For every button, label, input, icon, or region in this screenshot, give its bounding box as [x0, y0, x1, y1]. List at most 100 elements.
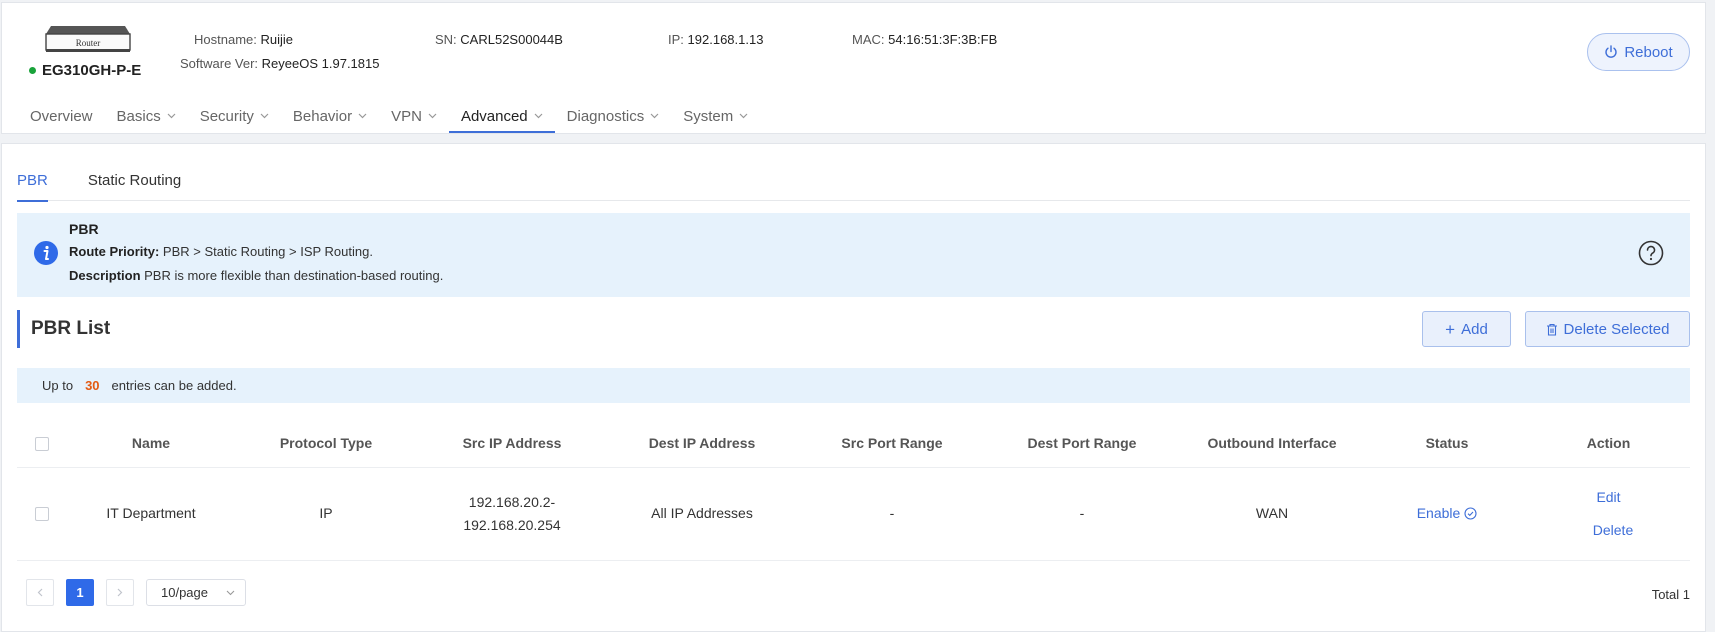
software-info: Software Ver: ReyeeOS 1.97.1815 — [180, 56, 379, 71]
nav-label: VPN — [391, 107, 422, 125]
cell-status: Enable — [1367, 467, 1527, 561]
chevron-left-icon — [37, 588, 43, 597]
edit-link[interactable]: Edit — [1528, 486, 1689, 509]
total-count: Total 1 — [1651, 587, 1690, 602]
row-select-cell — [17, 467, 67, 561]
chevron-down-icon — [167, 113, 176, 119]
nav-label: Advanced — [460, 107, 528, 125]
tab-static-routing[interactable]: Static Routing — [88, 168, 181, 201]
delete-selected-button[interactable]: Delete Selected — [1525, 311, 1690, 347]
sub-tabs: PBR Static Routing — [17, 168, 1690, 202]
nav-security[interactable]: Security — [188, 99, 281, 133]
col-dest-port: Dest Port Range — [987, 420, 1177, 468]
cell-interface: WAN — [1177, 467, 1367, 561]
select-all-cell — [17, 420, 67, 468]
nav-vpn[interactable]: VPN — [379, 99, 449, 133]
ip-info: IP: 192.168.1.13 — [668, 32, 763, 47]
info-icon — [34, 241, 58, 265]
cell-protocol: IP — [235, 467, 417, 561]
status-toggle[interactable]: Enable — [1417, 502, 1478, 525]
device-header: Router EG310GH-P-E Hostname: Ruijie Soft… — [1, 2, 1706, 134]
nav-label: Basics — [116, 107, 161, 125]
pbr-list-title: PBR List — [31, 318, 111, 339]
reboot-label: Reboot — [1624, 43, 1673, 61]
description-text: PBR is more flexible than destination-ba… — [144, 268, 444, 283]
chevron-down-icon — [534, 113, 543, 119]
software-value: ReyeeOS 1.97.1815 — [261, 56, 380, 71]
sn-value: CARL52S00044B — [460, 32, 563, 47]
src-ip-end: 192.168.20.254 — [463, 516, 561, 533]
ip-value: 192.168.1.13 — [687, 32, 764, 47]
description-label: Description — [69, 268, 141, 283]
cell-src-ip: 192.168.20.2- 192.168.20.254 — [417, 467, 607, 561]
pbr-list-header: PBR List — [17, 310, 110, 348]
page-size-value: 10/page — [161, 585, 208, 600]
row-checkbox[interactable] — [35, 507, 49, 522]
limit-suffix: entries can be added. — [111, 378, 237, 393]
nav-basics[interactable]: Basics — [105, 99, 188, 133]
col-protocol-type: Protocol Type — [235, 420, 417, 468]
add-label: Add — [1461, 320, 1488, 338]
mac-value: 54:16:51:3F:3B:FB — [888, 32, 998, 47]
hostname-label: Hostname: — [194, 32, 257, 47]
hostname-info: Hostname: Ruijie — [194, 32, 293, 47]
nav-label: Diagnostics — [566, 107, 645, 125]
next-page-button[interactable] — [106, 579, 134, 606]
tab-pbr[interactable]: PBR — [17, 168, 48, 202]
add-button[interactable]: + Add — [1422, 311, 1511, 347]
ip-label: IP: — [668, 32, 684, 47]
status-label: Enable — [1416, 505, 1461, 521]
chevron-down-icon — [428, 113, 437, 119]
col-status: Status — [1367, 420, 1527, 468]
page-button-current[interactable]: 1 — [66, 579, 94, 606]
nav-behavior[interactable]: Behavior — [281, 99, 379, 133]
limit-count: 30 — [85, 378, 100, 393]
col-outbound-interface: Outbound Interface — [1177, 420, 1367, 468]
nav-overview[interactable]: Overview — [18, 99, 105, 133]
chevron-down-icon — [358, 113, 367, 119]
col-src-ip: Src IP Address — [417, 420, 607, 468]
delete-link[interactable]: Delete — [1528, 519, 1689, 542]
cell-dest-ip: All IP Addresses — [607, 467, 797, 561]
nav-system[interactable]: System — [671, 99, 760, 133]
router-icon-label: Router — [76, 38, 101, 48]
chevron-down-icon — [650, 113, 659, 119]
chevron-down-icon — [739, 113, 748, 119]
cell-name: IT Department — [67, 467, 235, 561]
online-status-dot — [29, 67, 36, 74]
col-src-port: Src Port Range — [797, 420, 987, 468]
plus-icon: + — [1445, 319, 1456, 339]
nav-label: Security — [199, 107, 254, 125]
nav-advanced[interactable]: Advanced — [448, 99, 555, 133]
sn-label: SN: — [435, 32, 457, 47]
nav-label: Behavior — [292, 107, 353, 125]
pbr-content-panel: PBR Static Routing PBR Route Priority: P… — [1, 143, 1706, 632]
software-label: Software Ver: — [180, 56, 259, 71]
col-action: Action — [1527, 420, 1690, 468]
device-model: EG310GH-P-E — [29, 62, 141, 79]
nav-diagnostics[interactable]: Diagnostics — [555, 99, 672, 133]
route-priority-line: Route Priority: PBR > Static Routing > I… — [69, 244, 373, 259]
prev-page-button[interactable] — [26, 579, 54, 606]
page-size-select[interactable]: 10/page — [146, 579, 246, 606]
pbr-notice: PBR Route Priority: PBR > Static Routing… — [17, 213, 1690, 297]
cell-dest-port: - — [987, 467, 1177, 561]
notice-title: PBR — [69, 221, 99, 237]
reboot-button[interactable]: Reboot — [1587, 33, 1690, 71]
mac-label: MAC: — [852, 32, 885, 47]
nav-label: System — [683, 107, 734, 125]
check-circle-icon — [1464, 507, 1477, 520]
description-line: Description PBR is more flexible than de… — [69, 268, 443, 283]
help-icon[interactable] — [1638, 240, 1664, 266]
route-priority-label: Route Priority: — [69, 244, 160, 259]
router-device-icon: Router — [45, 26, 131, 52]
limit-prefix: Up to — [42, 378, 74, 393]
power-icon — [1605, 45, 1617, 58]
cell-action: Edit Delete — [1527, 467, 1690, 561]
pbr-table: Name Protocol Type Src IP Address Dest I… — [17, 420, 1690, 561]
table-header-row: Name Protocol Type Src IP Address Dest I… — [17, 420, 1690, 468]
src-ip-start: 192.168.20.2- — [468, 493, 556, 510]
select-all-checkbox[interactable] — [35, 437, 49, 452]
chevron-right-icon — [117, 588, 123, 597]
chevron-down-icon — [226, 590, 235, 595]
